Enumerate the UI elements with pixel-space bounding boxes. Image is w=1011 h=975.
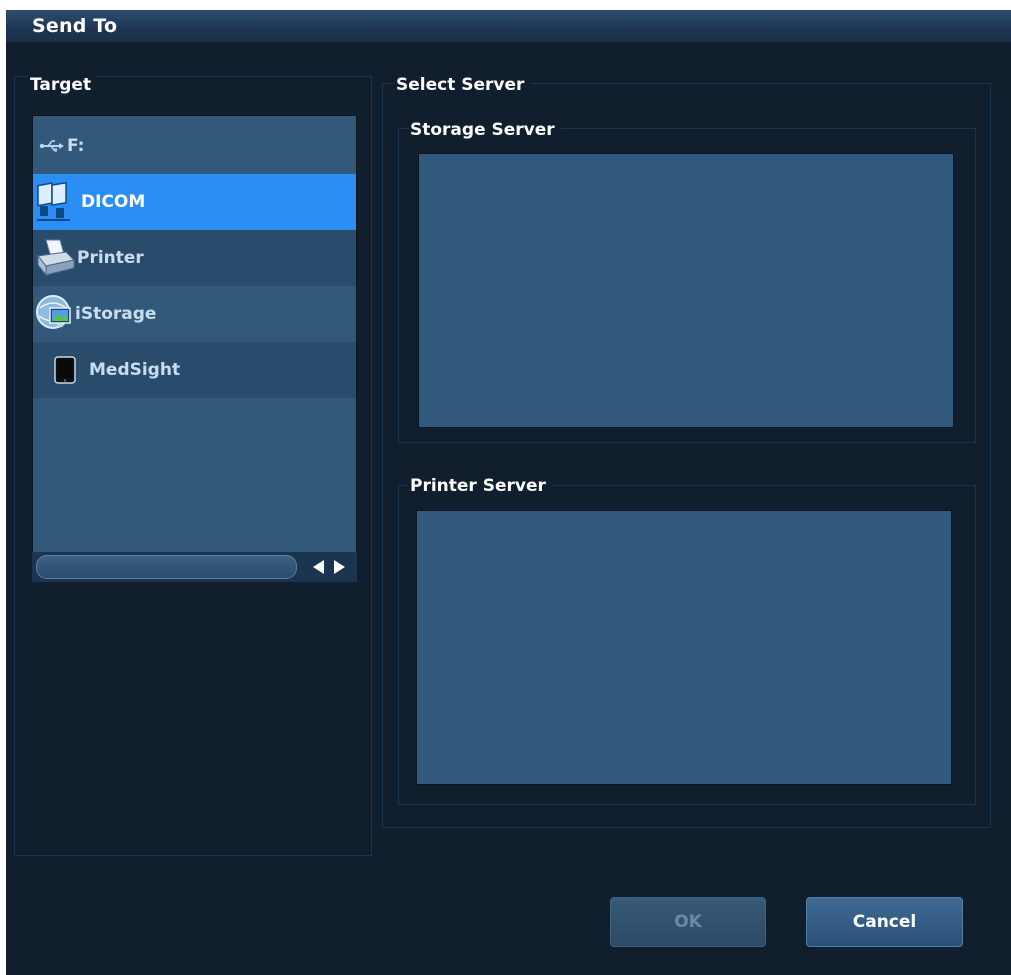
dialog-title: Send To [32,15,118,37]
send-to-dialog: Send To Target F: DICOM Printer iStorage… [6,10,1011,975]
dicom-network-icon [35,182,81,222]
printer-server-label: Printer Server [408,476,552,496]
list-item-label: Printer [77,248,144,268]
printer-icon [35,238,77,278]
istorage-globe-icon [35,294,75,334]
ok-button-label: OK [674,912,702,932]
target-list[interactable]: F: DICOM Printer iStorage MedSight [32,115,357,555]
usb-icon [37,139,67,153]
storage-server-list[interactable] [418,153,954,428]
tablet-icon [47,356,83,384]
target-label: Target [28,75,98,95]
list-item-istorage[interactable]: iStorage [33,286,356,342]
printer-server-list[interactable] [416,510,952,785]
list-item-label: MedSight [89,360,181,380]
scroll-left-icon[interactable] [309,556,327,578]
scroll-right-icon[interactable] [331,556,349,578]
ok-button[interactable]: OK [610,897,766,947]
list-item-usb-drive[interactable]: F: [33,118,356,174]
list-item-dicom[interactable]: DICOM [33,174,356,230]
cancel-button[interactable]: Cancel [806,897,963,947]
list-item-printer[interactable]: Printer [33,230,356,286]
title-bar: Send To [6,10,1011,42]
list-item-label: F: [67,136,85,156]
cancel-button-label: Cancel [852,912,917,932]
horizontal-scrollbar[interactable] [32,552,357,582]
list-item-label: iStorage [75,304,157,324]
select-server-label: Select Server [394,75,531,95]
scrollbar-track[interactable] [36,555,297,579]
list-item-label: DICOM [81,192,146,212]
list-item-medsight[interactable]: MedSight [33,342,356,398]
storage-server-label: Storage Server [408,120,561,140]
